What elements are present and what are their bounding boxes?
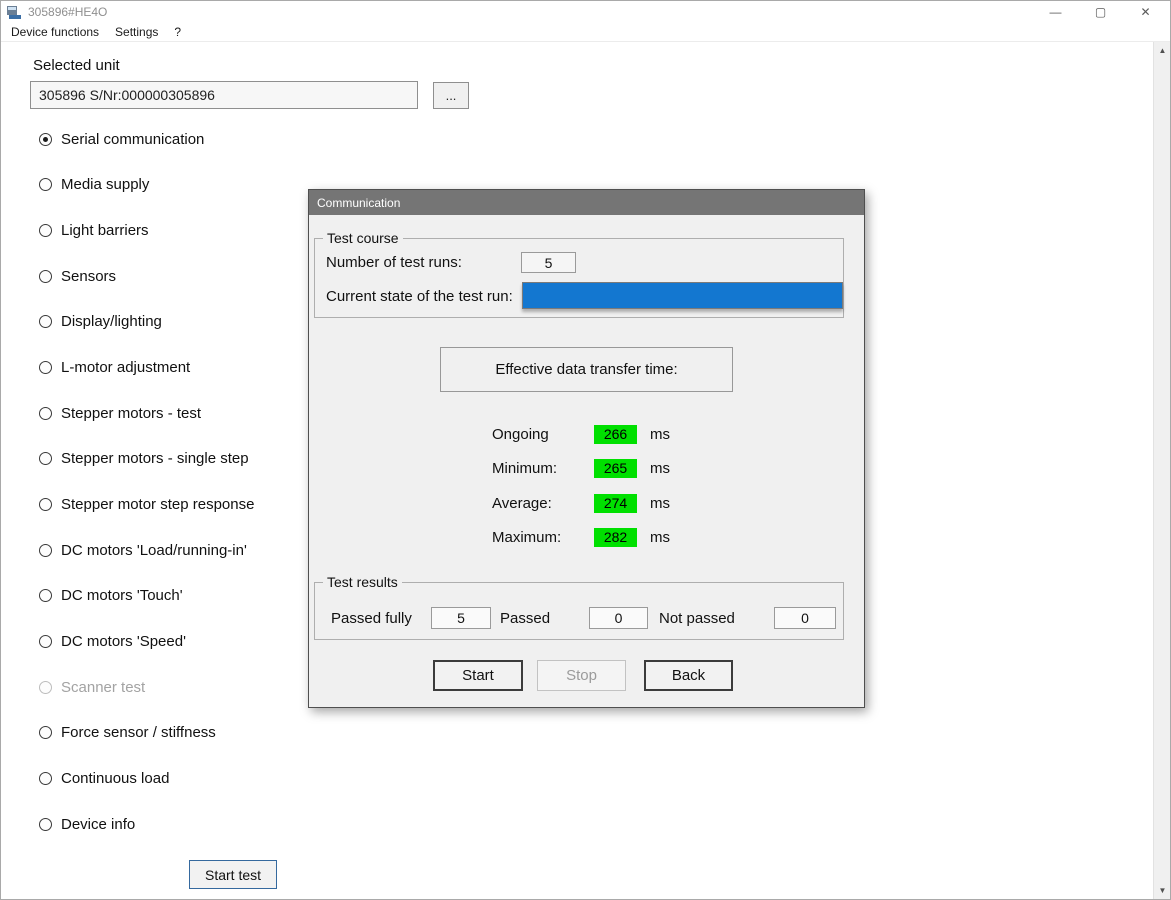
radio-label: Stepper motor step response (61, 496, 255, 513)
radio-icon (39, 680, 52, 694)
radio-label: L-motor adjustment (61, 358, 191, 376)
radio-option-display-lighting[interactable]: Display/lighting (39, 312, 254, 332)
radio-label: Light barriers (61, 221, 149, 239)
radio-label: DC motors 'Load/running-in' (61, 541, 247, 559)
average-unit: ms (650, 494, 670, 512)
dialog-title: Communication (317, 195, 401, 210)
radio-option-force-sensor-stiffness[interactable]: Force sensor / stiffness (39, 723, 254, 743)
radio-option-sensors[interactable]: Sensors (39, 266, 254, 286)
radio-icon (39, 543, 52, 557)
average-label: Average: (492, 494, 552, 512)
vertical-scrollbar[interactable]: ▲ ▼ (1153, 42, 1170, 899)
measurement-row-ongoing: Ongoing 266 ms (492, 424, 670, 444)
radio-icon (39, 452, 52, 466)
radio-label: Media supply (61, 176, 150, 194)
measurement-row-maximum: Maximum: 282 ms (492, 527, 670, 547)
radio-option-continuous-load[interactable]: Continuous load (39, 769, 254, 789)
number-of-test-runs-label: Number of test runs: (326, 254, 462, 271)
browse-button[interactable]: ... (433, 82, 469, 109)
radio-icon (39, 178, 52, 192)
app-window: 305896#HE4O — ▢ ✕ Device functions Setti… (0, 0, 1171, 900)
radio-label: Force sensor / stiffness (61, 724, 216, 742)
radio-option-serial-communication[interactable]: Serial communication (39, 129, 254, 149)
number-of-test-runs-value[interactable]: 5 (521, 252, 576, 273)
selected-unit-input[interactable] (30, 81, 418, 109)
radio-label: Stepper motors - single step (61, 450, 249, 468)
passed-fully-label: Passed fully (331, 610, 412, 627)
maximum-label: Maximum: (492, 528, 562, 546)
radio-icon (39, 132, 52, 146)
radio-label: DC motors 'Speed' (61, 633, 186, 651)
radio-icon (39, 223, 52, 237)
test-results-group: Test results Passed fully 5 Passed 0 Not… (314, 574, 844, 640)
radio-option-l-motor-adjustment[interactable]: L-motor adjustment (39, 357, 254, 377)
maximum-value: 282 (594, 527, 637, 547)
radio-label: Serial communication (61, 130, 205, 148)
radio-label: Stepper motors - test (61, 404, 202, 422)
test-results-legend: Test results (323, 574, 402, 590)
back-button[interactable]: Back (644, 660, 733, 691)
radio-label: Device info (61, 815, 136, 833)
minimum-label: Minimum: (492, 459, 558, 477)
radio-option-stepper-motors-single-step[interactable]: Stepper motors - single step (39, 449, 254, 469)
progress-fill (523, 283, 842, 308)
radio-icon (39, 315, 52, 329)
not-passed-label: Not passed (659, 610, 735, 627)
stop-button: Stop (537, 660, 626, 691)
radio-icon (39, 726, 52, 740)
scrollbar-up-icon[interactable]: ▲ (1154, 42, 1171, 59)
radio-option-light-barriers[interactable]: Light barriers (39, 220, 254, 240)
radio-label: Scanner test (61, 678, 146, 696)
minimum-value: 265 (594, 458, 637, 478)
average-value: 274 (594, 493, 637, 513)
radio-option-scanner-test: Scanner test (39, 677, 254, 697)
radio-label: Continuous load (61, 770, 170, 788)
radio-label: Display/lighting (61, 313, 162, 331)
radio-icon (39, 498, 52, 511)
selected-unit-label: Selected unit (33, 57, 120, 74)
radio-option-media-supply[interactable]: Media supply (39, 175, 254, 195)
radio-option-device-info[interactable]: Device info (39, 814, 254, 834)
passed-value: 0 (589, 607, 648, 629)
radio-option-dc-motors-touch[interactable]: DC motors 'Touch' (39, 586, 254, 606)
test-options-list: Serial communication Media supply Light … (39, 129, 254, 860)
ongoing-unit: ms (650, 425, 670, 443)
dialog-titlebar[interactable]: Communication (309, 190, 864, 215)
radio-label: DC motors 'Touch' (61, 587, 183, 605)
maximum-unit: ms (650, 528, 670, 546)
ongoing-value: 266 (594, 424, 637, 444)
effective-transfer-time-title: Effective data transfer time: (440, 347, 733, 392)
test-course-group: Test course Number of test runs: 5 Curre… (314, 230, 844, 318)
radio-option-stepper-motor-step-response[interactable]: Stepper motor step response (39, 495, 254, 515)
radio-icon (39, 635, 52, 649)
current-state-label: Current state of the test run: (326, 288, 513, 305)
radio-option-dc-motors-speed[interactable]: DC motors 'Speed' (39, 632, 254, 652)
communication-dialog: Communication Test course Number of test… (308, 189, 865, 708)
start-button[interactable]: Start (433, 660, 523, 691)
test-run-progress-bar (522, 282, 843, 309)
passed-fully-value: 5 (431, 607, 491, 629)
ongoing-label: Ongoing (492, 425, 549, 443)
passed-label: Passed (500, 610, 551, 627)
radio-icon (39, 817, 52, 831)
radio-icon (39, 589, 52, 603)
radio-label: Sensors (61, 267, 117, 285)
radio-icon (39, 269, 52, 283)
scrollbar-down-icon[interactable]: ▼ (1154, 882, 1171, 899)
radio-icon (39, 406, 52, 420)
measurement-row-average: Average: 274 ms (492, 493, 670, 513)
start-test-button[interactable]: Start test (189, 860, 277, 889)
radio-option-stepper-motors-test[interactable]: Stepper motors - test (39, 403, 254, 423)
radio-icon (39, 772, 52, 786)
not-passed-value: 0 (774, 607, 836, 629)
radio-option-dc-motors-load[interactable]: DC motors 'Load/running-in' (39, 540, 254, 560)
minimum-unit: ms (650, 459, 670, 477)
test-course-legend: Test course (323, 230, 403, 246)
radio-icon (39, 360, 52, 374)
measurement-row-minimum: Minimum: 265 ms (492, 458, 670, 478)
